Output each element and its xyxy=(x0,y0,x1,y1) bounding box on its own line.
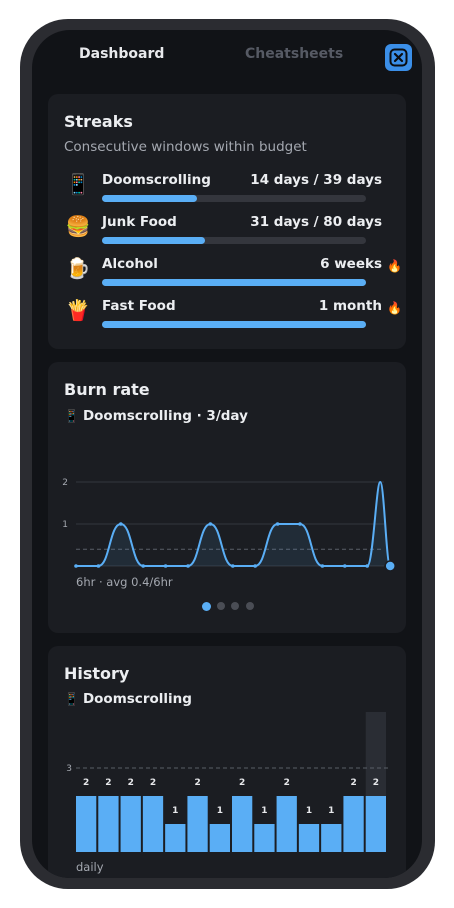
streak-progress-track xyxy=(102,237,366,244)
streaks-subtitle: Consecutive windows within budget xyxy=(64,139,307,155)
bar-value-label: 1 xyxy=(261,806,267,816)
data-point xyxy=(298,522,302,526)
y-tick-label: 2 xyxy=(62,478,68,488)
bar-value-label: 2 xyxy=(239,778,245,788)
history-bar xyxy=(365,796,386,852)
burger-icon: 🍔 xyxy=(65,214,91,238)
history-bar xyxy=(120,796,141,852)
streak-value: 31 days / 80 days xyxy=(250,214,382,230)
close-button[interactable] xyxy=(385,44,412,71)
flame-icon: 🔥 xyxy=(387,301,402,315)
burn-rate-footer: 6hr · avg 0.4/6hr xyxy=(76,575,173,589)
y-tick-label: 1 xyxy=(62,520,68,530)
streak-progress-fill xyxy=(102,195,198,202)
history-subtitle-text: Doomscrolling xyxy=(82,691,192,707)
burn-rate-title: Burn rate xyxy=(64,380,150,399)
streak-row: 🍔 Junk Food 31 days / 80 days xyxy=(64,214,394,250)
streak-row: 🍟 Fast Food 1 month 🔥 xyxy=(64,298,402,334)
streak-progress-track xyxy=(102,321,366,328)
app-screen: Dashboard Cheatsheets Streaks Consecutiv… xyxy=(32,30,422,878)
history-bar xyxy=(142,796,164,852)
streak-progress-fill xyxy=(102,237,205,244)
phone-icon: 📱 xyxy=(65,172,91,196)
history-bar xyxy=(232,796,253,852)
streak-row: 📱 Doomscrolling 14 days / 39 days xyxy=(64,172,394,208)
bar-value-label: 2 xyxy=(150,778,156,788)
streak-progress-fill xyxy=(102,279,366,286)
burn-rate-card: Burn rate 📱 Doomscrolling · 3/day 1 2 6hr … xyxy=(48,362,406,633)
phone-icon: 📱 xyxy=(64,692,79,706)
history-bar xyxy=(76,796,97,852)
bar-value-label: 2 xyxy=(350,778,356,788)
bar-value-label: 2 xyxy=(128,778,134,788)
budget-line-label: 3 xyxy=(66,764,72,774)
history-bar xyxy=(165,824,186,852)
bar-value-label: 2 xyxy=(83,778,89,788)
bar-value-label: 1 xyxy=(328,806,334,816)
streak-row: 🍺 Alcohol 6 weeks 🔥 xyxy=(64,256,402,292)
streak-name: Alcohol xyxy=(102,256,158,272)
data-point xyxy=(320,564,325,568)
streak-name: Junk Food xyxy=(102,214,177,230)
history-bar xyxy=(209,824,230,852)
streak-progress-track xyxy=(102,279,366,286)
fries-icon: 🍟 xyxy=(65,298,91,322)
history-bar xyxy=(298,824,320,852)
data-point xyxy=(253,564,257,568)
bar-value-label: 2 xyxy=(284,778,290,788)
streaks-card: Streaks Consecutive windows within budge… xyxy=(48,94,406,349)
data-point xyxy=(365,564,370,568)
bar-value-label: 2 xyxy=(105,778,111,788)
data-point xyxy=(96,564,101,568)
history-bar xyxy=(343,796,364,852)
streak-progress-fill xyxy=(102,321,366,328)
history-bar xyxy=(276,796,297,852)
data-point xyxy=(119,522,123,526)
streak-name: Doomscrolling xyxy=(102,172,211,188)
bar-value-label: 1 xyxy=(217,806,223,816)
history-footer: daily xyxy=(76,860,104,874)
beer-icon: 🍺 xyxy=(65,256,91,280)
bar-value-label: 1 xyxy=(172,806,178,816)
current-point xyxy=(384,560,396,572)
data-point xyxy=(186,564,190,568)
history-bar xyxy=(321,824,342,852)
history-card: History 📱 Doomscrolling 3 2 2 2 2 1 2 1 2 1 2 1 1 2 2 d… xyxy=(48,646,406,878)
history-chart: 3 2 2 2 2 1 2 1 2 1 2 1 1 2 2 xyxy=(66,712,388,852)
streak-value: 14 days / 39 days xyxy=(250,172,382,188)
tab-dashboard[interactable]: Dashboard xyxy=(79,46,164,62)
data-point xyxy=(275,522,280,526)
pager-dot[interactable] xyxy=(245,602,254,610)
bar-value-label: 2 xyxy=(194,778,200,788)
bar-value-label: 2 xyxy=(373,778,379,788)
top-tabs: Dashboard Cheatsheets xyxy=(32,30,422,80)
history-bar xyxy=(98,796,119,852)
streak-value: 1 month xyxy=(318,298,382,314)
history-subtitle: 📱 Doomscrolling xyxy=(64,691,192,707)
phone-frame: Dashboard Cheatsheets Streaks Consecutiv… xyxy=(20,19,435,889)
data-point xyxy=(231,564,235,568)
streak-name: Fast Food xyxy=(102,298,176,314)
streaks-title: Streaks xyxy=(64,112,133,131)
bar-value-label: 1 xyxy=(306,806,312,816)
data-point xyxy=(208,522,213,526)
streak-progress-track xyxy=(102,195,366,202)
pager-dot[interactable] xyxy=(231,602,239,610)
data-point xyxy=(74,564,78,568)
phone-icon: 📱 xyxy=(64,409,79,423)
history-bar xyxy=(187,796,208,852)
data-point xyxy=(141,564,145,568)
history-bar xyxy=(254,824,275,852)
pager-dot[interactable] xyxy=(216,602,225,610)
data-point xyxy=(163,564,168,568)
data-point xyxy=(343,564,347,568)
flame-icon: 🔥 xyxy=(387,259,402,273)
burn-rate-subtitle-text: Doomscrolling · 3/day xyxy=(82,408,248,424)
history-title: History xyxy=(64,664,130,683)
burn-rate-subtitle: 📱 Doomscrolling · 3/day xyxy=(64,408,248,424)
tab-cheatsheets[interactable]: Cheatsheets xyxy=(245,46,343,62)
close-x-icon xyxy=(389,48,408,67)
streak-value: 6 weeks xyxy=(320,256,382,272)
pager-dot[interactable] xyxy=(202,601,211,611)
